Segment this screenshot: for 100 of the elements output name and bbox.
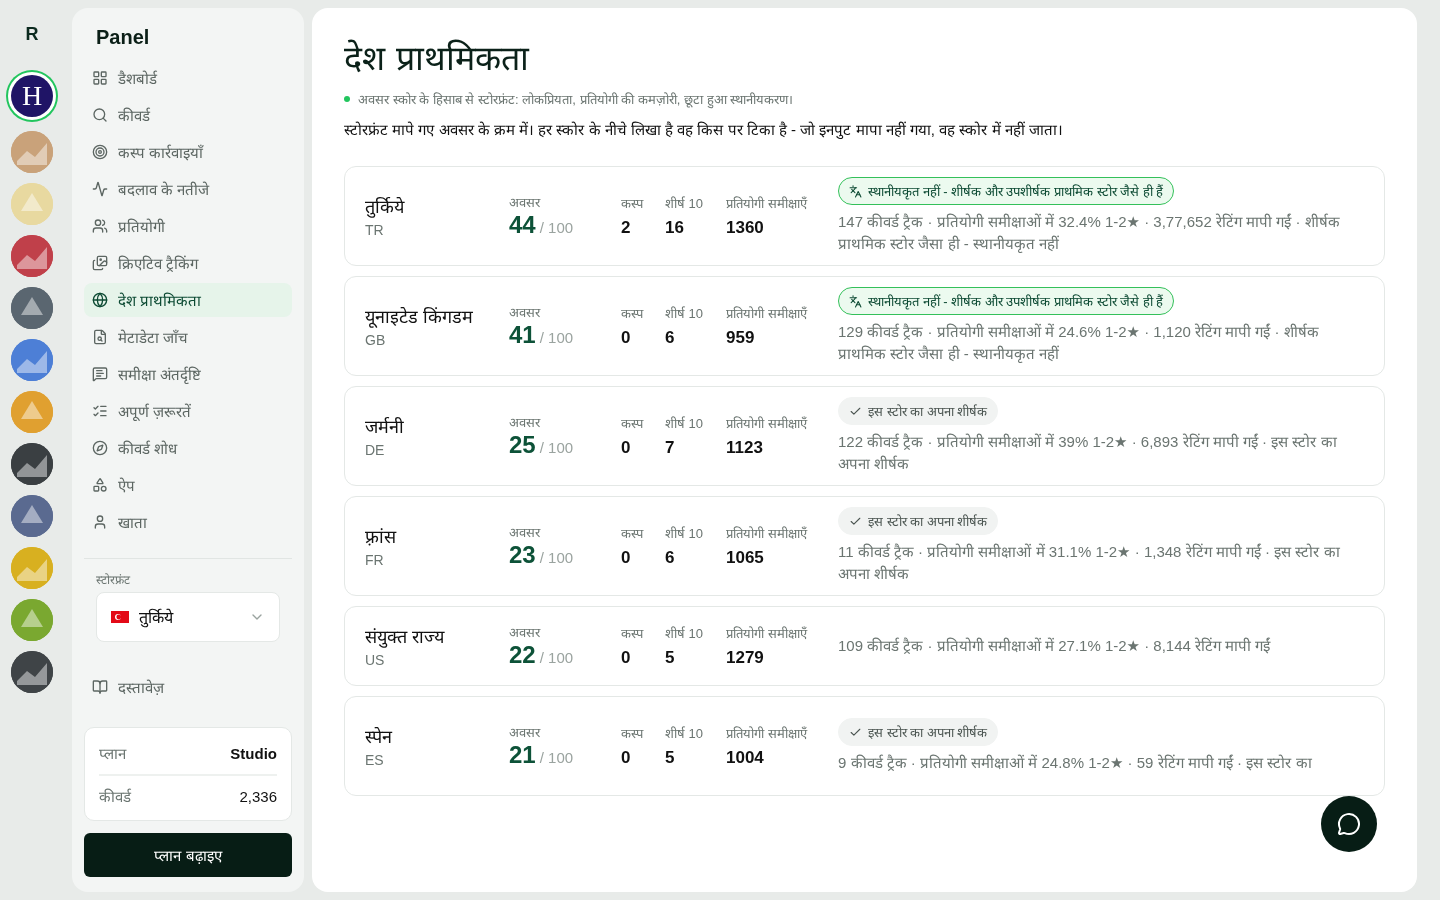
stat-value: 1279 xyxy=(726,648,765,668)
nav-label: क्रिएटिव ट्रैकिंग xyxy=(118,254,199,273)
plan-label: कीवर्ड xyxy=(99,787,131,806)
app-icon[interactable] xyxy=(11,651,53,693)
country-code: FR xyxy=(365,552,385,568)
nav-label: प्रतियोगी xyxy=(118,217,165,236)
score-max: / 100 xyxy=(539,749,574,766)
stat-value: 1004 xyxy=(726,748,765,768)
subtitle: अवसर स्कोर के हिसाब से स्टोरफ्रंट: लोकप्रियता, प्रतियोगी की कमज़ोरी, छूटा हुआ स्थानीयकरण। xyxy=(358,91,794,108)
chat-button[interactable] xyxy=(1321,796,1377,852)
stat-label: शीर्ष 10 xyxy=(665,415,705,432)
nav-item[interactable]: डैशबोर्ड xyxy=(84,61,292,95)
score-value: 41 xyxy=(509,321,536,348)
stat-label: प्रतियोगी समीक्षाएँ xyxy=(726,625,809,642)
status-badge: स्थानीयकृत नहीं - शीर्षक और उपशीर्षक प्राथमिक स्टोर जैसे ही हैं xyxy=(838,287,1175,315)
stat-value: 0 xyxy=(621,648,632,668)
nav-item[interactable]: समीक्षा अंतर्दृष्टि xyxy=(84,357,292,391)
nav-item[interactable]: कीवर्ड xyxy=(84,98,292,132)
stat-value: 7 xyxy=(665,438,676,458)
nav-item[interactable]: प्रतियोगी xyxy=(84,209,292,243)
nav-item[interactable]: मेटाडेटा जाँच xyxy=(84,320,292,354)
translate-icon xyxy=(849,184,862,198)
score-max: / 100 xyxy=(539,329,574,346)
stat-label: शीर्ष 10 xyxy=(665,625,705,642)
country-name: फ़्रांस xyxy=(365,526,398,548)
country-code: GB xyxy=(365,332,387,348)
nav-item[interactable]: क्रिएटिव ट्रैकिंग xyxy=(84,246,292,280)
score-value: 21 xyxy=(509,741,536,768)
nav-label: ऐप xyxy=(118,476,135,495)
nav-item[interactable]: कस्प कार्रवाइयाँ xyxy=(84,135,292,169)
score-max: / 100 xyxy=(539,439,574,456)
stat-value: 0 xyxy=(621,748,632,768)
bullet-icon xyxy=(344,96,350,102)
stat-label: कस्प xyxy=(621,725,645,742)
upgrade-button[interactable]: प्लान बढ़ाइए xyxy=(84,833,292,877)
message-icon xyxy=(92,366,108,382)
app-icon[interactable] xyxy=(11,235,53,277)
storefront-select[interactable]: तुर्किये xyxy=(96,592,280,642)
stat-value: 2 xyxy=(621,218,632,238)
stat-label: शीर्ष 10 xyxy=(665,725,705,742)
score-max: / 100 xyxy=(539,549,574,566)
status-badge: इस स्टोर का अपना शीर्षक xyxy=(838,397,999,425)
search-icon xyxy=(92,107,108,123)
stat-value: 1065 xyxy=(726,548,765,568)
chat-icon xyxy=(1337,812,1361,836)
nav-label: कीवर्ड xyxy=(118,106,150,125)
images-icon xyxy=(92,255,108,271)
nav-label: देश प्राथमिकता xyxy=(118,291,202,310)
stat-label: अवसर xyxy=(509,304,542,321)
translate-icon xyxy=(849,294,862,308)
stat-value: 0 xyxy=(621,328,632,348)
country-name: स्पेन xyxy=(365,726,394,748)
plan-label: प्लान xyxy=(99,744,126,763)
stat-value: 1123 xyxy=(726,438,764,458)
page-title: देश प्राथमिकता xyxy=(344,37,531,80)
country-name: जर्मनी xyxy=(365,416,405,438)
nav-item[interactable]: खाता xyxy=(84,505,292,539)
score-value: 25 xyxy=(509,431,536,458)
nav-item[interactable]: दस्तावेज़ xyxy=(84,670,292,704)
nav-label: बदलाव के नतीजे xyxy=(118,180,210,199)
nav-label: दस्तावेज़ xyxy=(118,678,164,697)
stat-label: कस्प xyxy=(621,305,645,322)
nav-label: समीक्षा अंतर्दृष्टि xyxy=(118,365,202,384)
detail-text: 11 कीवर्ड ट्रैक · प्रतियोगी समीक्षाओं में 31.1% 1-2★ · 1,348 रेटिंग मापी गईं · इस स्टोर का अपना शीर्षक xyxy=(838,542,1341,584)
stat-label: प्रतियोगी समीक्षाएँ xyxy=(726,725,809,742)
detail-text: 147 कीवर्ड ट्रैक · प्रतियोगी समीक्षाओं में 32.4% 1-2★ · 3,77,652 रेटिंग मापी गईं · शीर्षक प्राथमिक स्टोर जैसा ही - स्थानीयकृत नहीं xyxy=(838,212,1341,255)
country-code: DE xyxy=(365,442,386,458)
country-code: US xyxy=(365,652,386,668)
nav-item[interactable]: बदलाव के नतीजे xyxy=(84,172,292,206)
app-icon[interactable] xyxy=(11,287,53,329)
app-icon[interactable] xyxy=(11,443,53,485)
nav-item[interactable]: अपूर्ण ज़रूरतें xyxy=(84,394,292,428)
stat-value: 6 xyxy=(665,548,676,568)
nav-item[interactable]: देश प्राथमिकता xyxy=(84,283,292,317)
nav-item[interactable]: ऐप xyxy=(84,468,292,502)
checklist-icon xyxy=(92,403,108,419)
pulse-icon xyxy=(92,181,108,197)
storefront-label: स्टोरफ्रंट xyxy=(95,572,131,589)
status-badge: इस स्टोर का अपना शीर्षक xyxy=(838,718,999,746)
target-icon xyxy=(92,144,108,160)
stat-label: अवसर xyxy=(509,724,542,741)
nav-label: मेटाडेटा जाँच xyxy=(118,328,189,347)
app-icon[interactable] xyxy=(11,495,53,537)
nav-label: अपूर्ण ज़रूरतें xyxy=(118,402,192,421)
stat-value: 959 xyxy=(726,328,756,348)
stat-label: अवसर xyxy=(509,194,542,211)
score-value: 44 xyxy=(509,211,536,238)
user-icon xyxy=(92,514,108,530)
stat-label: अवसर xyxy=(509,624,542,641)
status-badge: इस स्टोर का अपना शीर्षक xyxy=(838,507,999,535)
stat-label: शीर्ष 10 xyxy=(665,305,705,322)
nav-label: खाता xyxy=(118,513,147,532)
country-name: यूनाइटेड किंगडम xyxy=(365,306,474,328)
grid-icon xyxy=(92,70,108,86)
stat-label: कस्प xyxy=(621,525,645,542)
score-max: / 100 xyxy=(539,219,574,236)
users-icon xyxy=(92,218,108,234)
stat-value: 0 xyxy=(621,548,632,568)
stat-label: अवसर xyxy=(509,414,542,431)
nav-item[interactable]: कीवर्ड शोध xyxy=(84,431,292,465)
